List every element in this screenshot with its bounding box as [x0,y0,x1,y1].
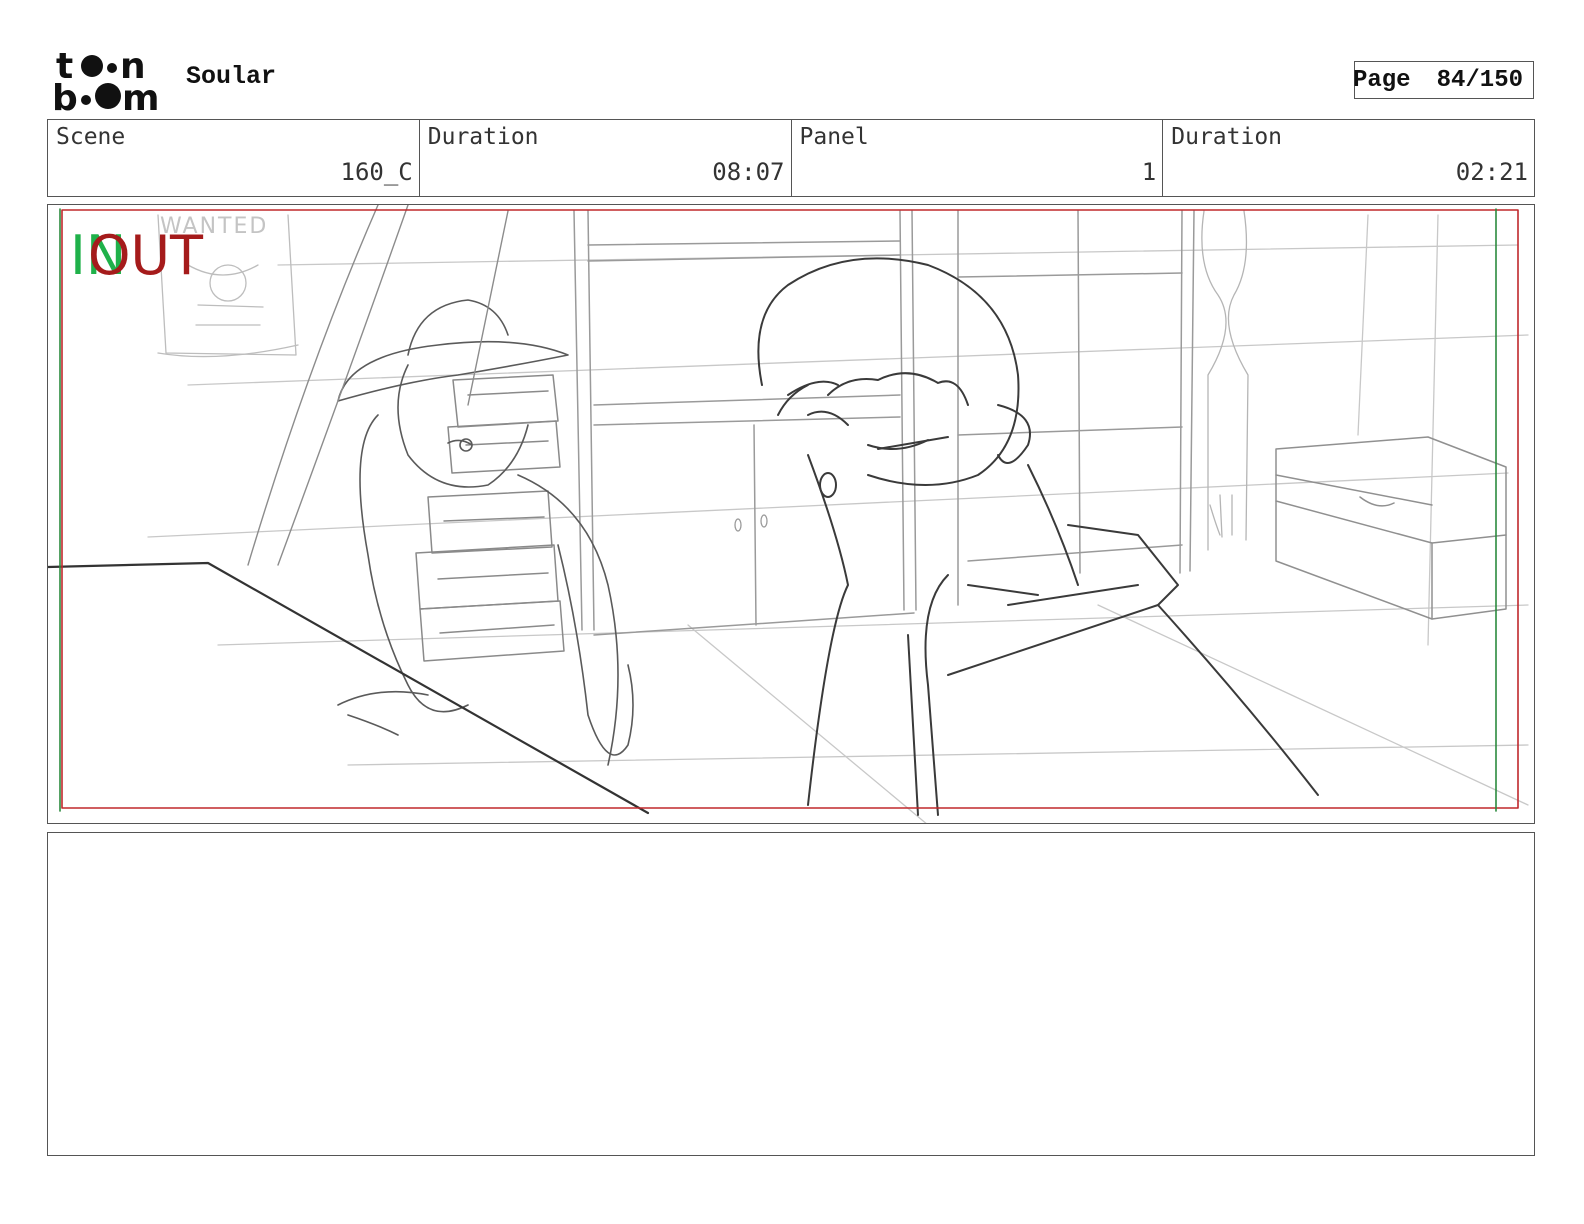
page-indicator: Page 84/150 [1352,61,1534,99]
panel-duration-value: 02:21 [1455,158,1528,186]
panel-duration-label: Duration [1171,124,1283,150]
toon-boom-logo: t n b m [50,48,168,114]
scene-duration-cell: Duration 08:07 [420,120,792,196]
storyboard-panel: WANTED IN OUT [47,204,1535,824]
scene-cell: Scene 160_C [48,120,420,196]
panel-cell: Panel 1 [792,120,1164,196]
panel-sketch: WANTED [48,205,1529,823]
scene-value: 160_C [340,158,413,186]
page-label: Page [1352,66,1411,94]
panel-duration-cell: Duration 02:21 [1163,120,1534,196]
scene-duration-label: Duration [427,124,539,150]
panel-value: 1 [1141,158,1157,186]
panel-label: Panel [799,124,869,150]
project-title: Soular [186,62,277,91]
page-number: 84/150 [1436,66,1523,94]
svg-text:b: b [52,78,78,114]
out-marker: OUT [88,224,204,287]
panel-notes-area[interactable] [47,832,1535,1156]
svg-text:m: m [122,78,160,114]
scene-label: Scene [56,124,126,150]
scene-duration-value: 08:07 [712,158,785,186]
in-out-markers: IN OUT [70,229,230,289]
scene-info-row: Scene 160_C Duration 08:07 Panel 1 Durat… [47,119,1535,197]
